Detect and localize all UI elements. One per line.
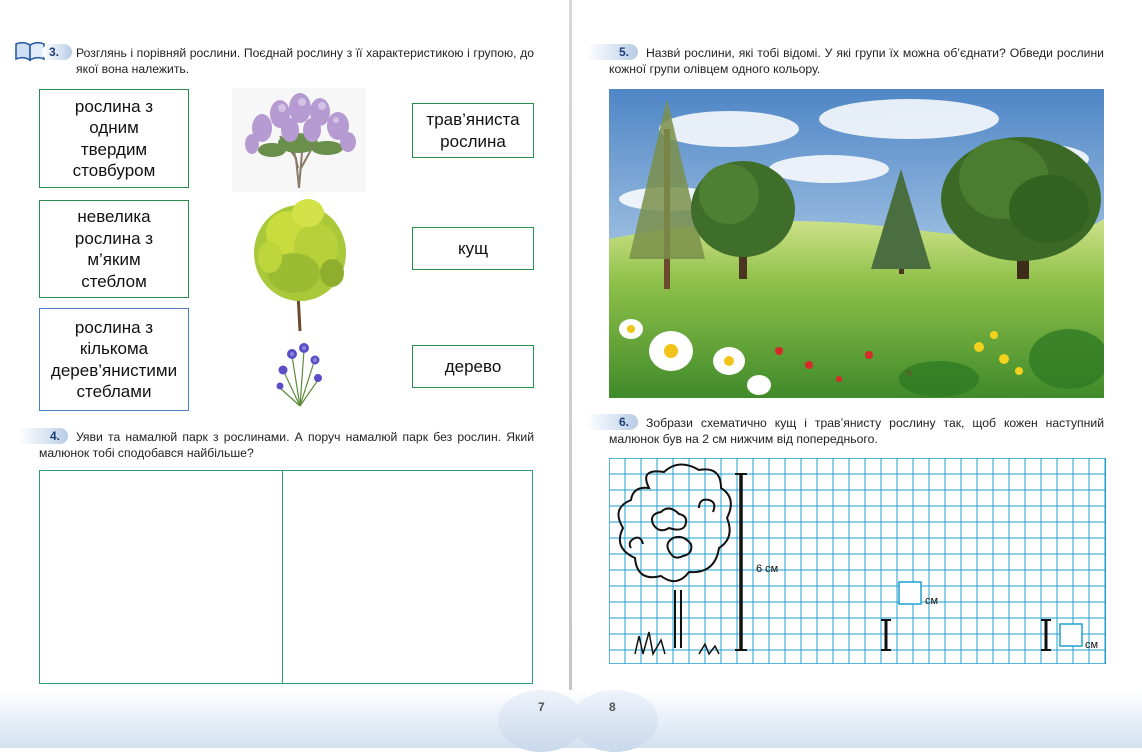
unit-label-2: см <box>1085 639 1098 651</box>
task-5-instructions: Назви́ рослини, які тобі відомі. У які г… <box>609 46 1104 76</box>
characteristic-box-3[interactable]: рослина з кількома дерев’янистими стебла… <box>39 308 189 411</box>
lilac-bush-image <box>232 88 366 192</box>
task-4-instructions: Уяви та намалюй парк з рослинами. А пору… <box>39 430 534 460</box>
answer-box-2[interactable] <box>1059 623 1083 647</box>
height-label-6cm: 6 см <box>756 563 778 575</box>
characteristic-label: невелика рослина з м’яким стеблом <box>74 207 154 291</box>
group-label: кущ <box>457 238 489 258</box>
group-box-herbaceous[interactable]: трав’яниста рослина <box>412 103 534 158</box>
page-number-8: 8 <box>609 700 616 714</box>
answer-box-1[interactable] <box>898 581 922 605</box>
drawing-area-divider <box>282 470 283 684</box>
group-box-tree[interactable]: дерево <box>412 345 534 388</box>
group-label: трав’яниста рослина <box>426 110 520 151</box>
left-page: 3. Розглянь і порівняй рослини. Поєднай … <box>0 0 570 748</box>
task-6-instructions: Зобрази схематично кущ і трав’янисту рос… <box>609 416 1104 446</box>
unit-label-1: см <box>925 595 938 607</box>
page-number-7: 7 <box>538 700 545 714</box>
characteristic-label: рослина з кількома дерев’янистими стебла… <box>50 317 178 402</box>
young-tree-image <box>254 199 346 332</box>
group-label: дерево <box>444 356 502 376</box>
task-3-number: 3. <box>49 45 60 59</box>
cornflower-image <box>276 343 322 407</box>
measurement-grid[interactable]: 6 см см см <box>609 458 1106 664</box>
characteristic-label: рослина з одним твердим стовбуром <box>72 96 156 181</box>
characteristic-box-1[interactable]: рослина з одним твердим стовбуром <box>39 89 189 188</box>
meadow-landscape-photo <box>609 89 1104 398</box>
group-box-shrub[interactable]: кущ <box>412 227 534 270</box>
task-3-instructions: Розглянь і порівняй рослини. Поєднай рос… <box>76 46 534 76</box>
characteristic-box-2[interactable]: невелика рослина з м’яким стеблом <box>39 200 189 298</box>
park-drawing-area[interactable] <box>39 470 533 684</box>
